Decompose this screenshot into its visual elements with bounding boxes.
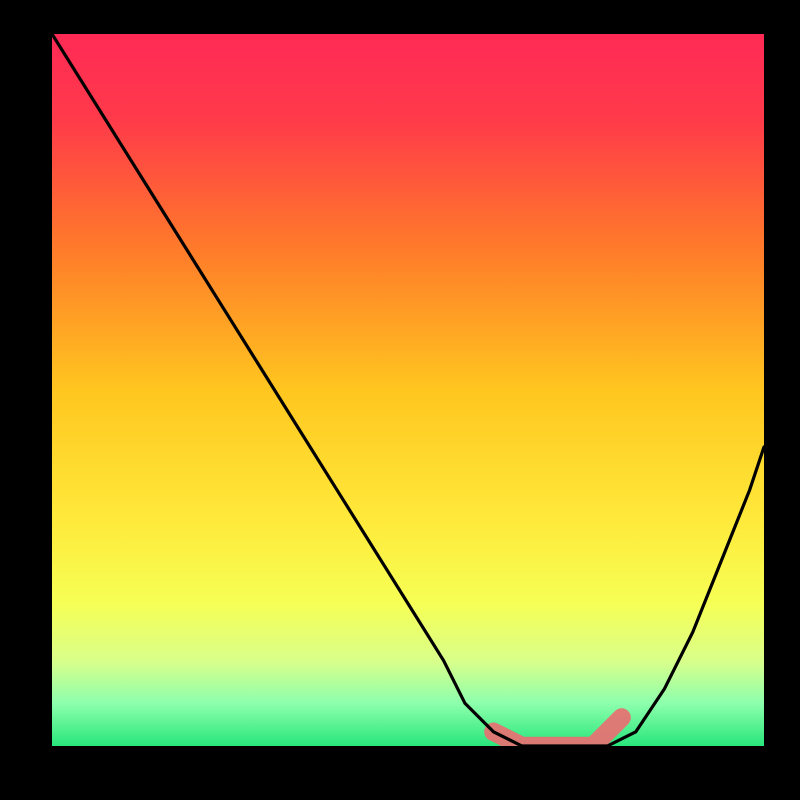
plot-area	[52, 34, 764, 746]
curve-layer	[52, 34, 764, 746]
bottleneck-curve	[52, 34, 764, 746]
chart-frame: TheBottleneck.com	[16, 28, 784, 784]
